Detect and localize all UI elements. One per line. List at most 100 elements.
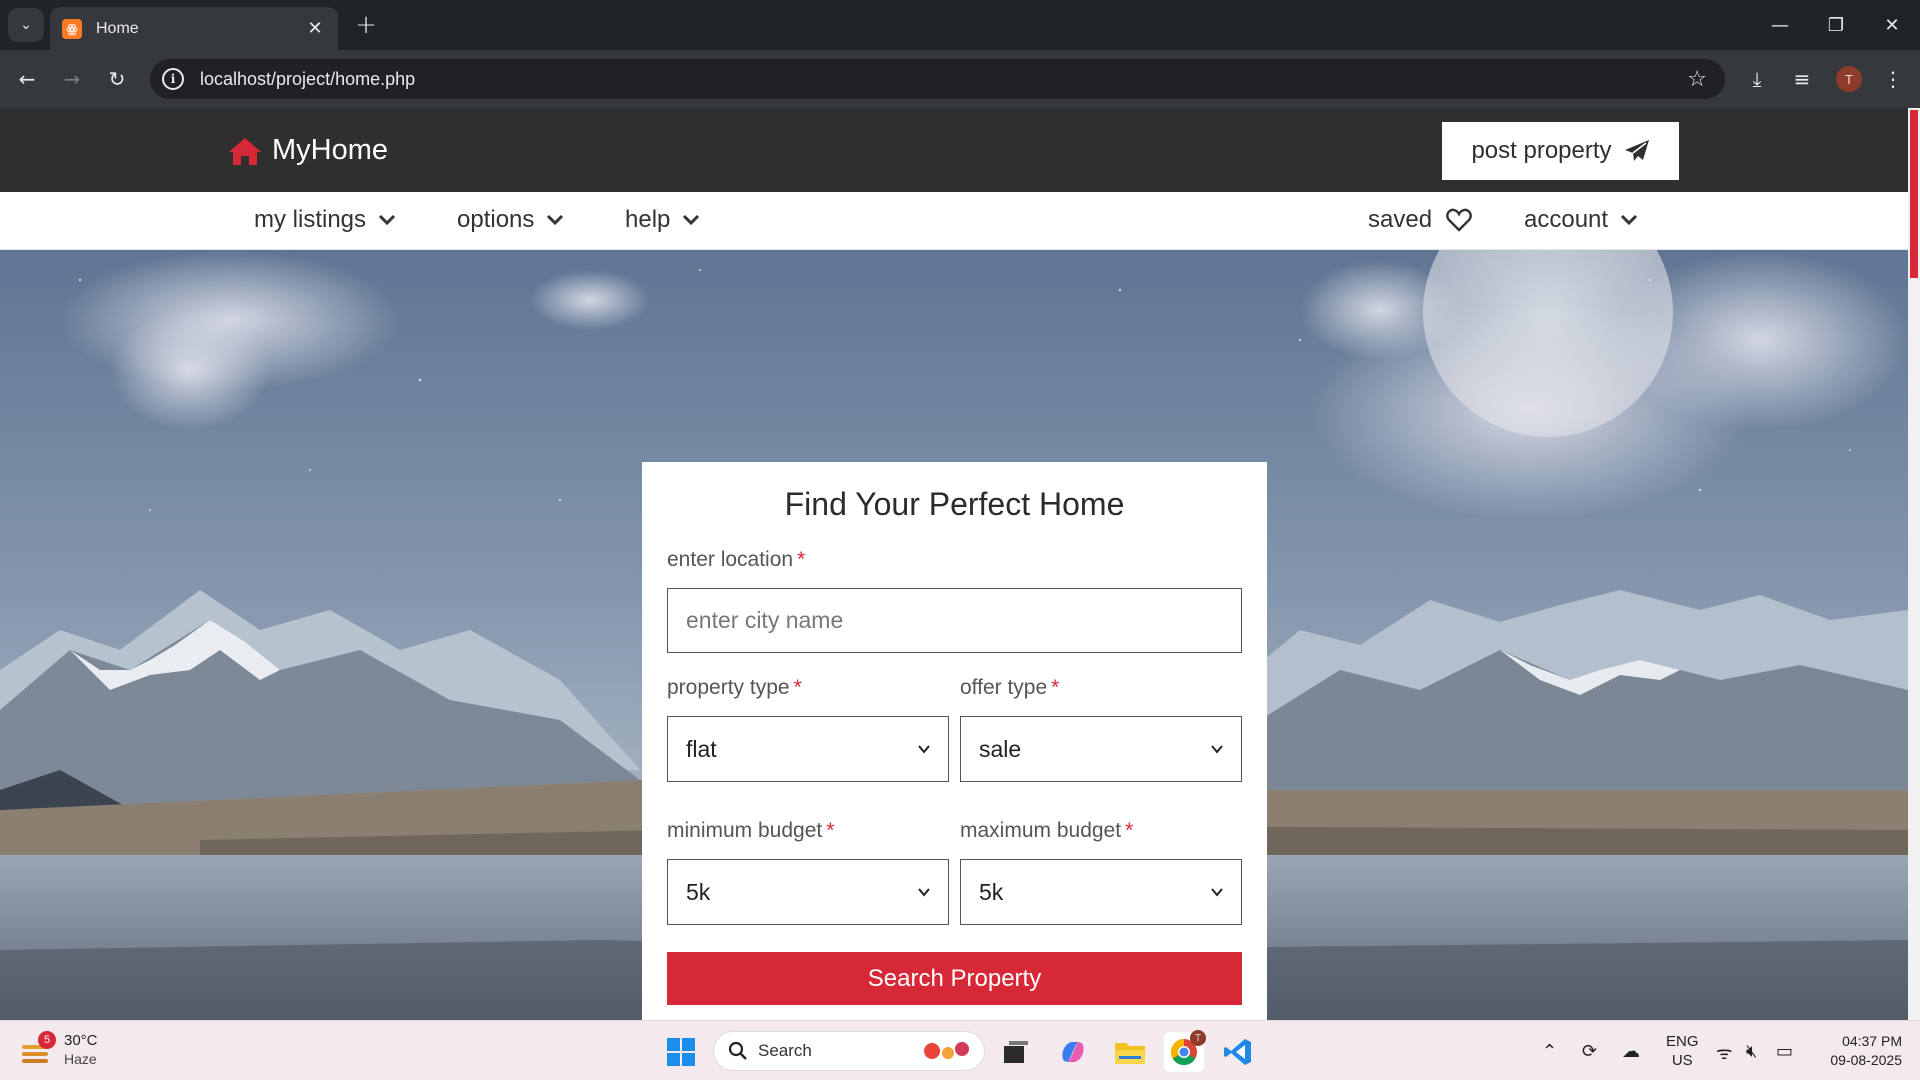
location-label-text: enter location — [667, 548, 794, 571]
search-highlight-icon — [924, 1042, 969, 1059]
language-line1: ENG — [1666, 1033, 1699, 1050]
site-header: MyHome post property — [0, 108, 1908, 192]
forward-arrow-icon[interactable]: → — [55, 63, 89, 95]
min-budget-label-text: minimum budget — [667, 819, 823, 842]
nav-help[interactable]: help — [625, 206, 700, 234]
weather-condition: Haze — [64, 1051, 97, 1067]
property-type-value: flat — [686, 735, 717, 762]
site-navbar: my listings options help saved account — [0, 192, 1908, 250]
tab-search-chevron-icon[interactable]: ⌄ — [8, 8, 44, 42]
tab-close-icon[interactable]: ✕ — [304, 18, 326, 39]
clock-date: 09-08-2025 — [1830, 1052, 1902, 1068]
reload-icon[interactable]: ↻ — [100, 63, 134, 95]
weather-haze-icon: 5 — [20, 1031, 56, 1065]
task-view-icon[interactable] — [996, 1032, 1036, 1072]
nav-account-label: account — [1524, 206, 1609, 233]
file-explorer-icon[interactable] — [1110, 1032, 1150, 1072]
nav-my-listings[interactable]: my listings — [254, 206, 396, 234]
restore-icon[interactable]: ❐ — [1808, 0, 1864, 50]
download-icon[interactable]: ⤓ — [1740, 63, 1774, 95]
sync-icon[interactable]: ⟳ — [1582, 1041, 1597, 1062]
nav-saved[interactable]: saved — [1368, 206, 1472, 234]
nav-options-label: options — [457, 206, 535, 233]
weather-widget[interactable]: 5 30°C Haze — [20, 1031, 98, 1069]
max-budget-value: 5k — [979, 878, 1004, 905]
language-indicator[interactable]: ENG US — [1666, 1032, 1699, 1070]
house-icon — [229, 137, 261, 165]
chevron-down-icon — [378, 214, 396, 226]
location-input[interactable] — [667, 588, 1242, 653]
windows-start-icon[interactable] — [661, 1032, 701, 1072]
offer-type-value: sale — [979, 735, 1022, 762]
offer-type-select[interactable]: sale — [960, 716, 1242, 782]
max-budget-label: maximum budget * — [960, 819, 1133, 843]
scrollbar-thumb[interactable] — [1910, 110, 1918, 278]
page-scrollbar[interactable] — [1908, 108, 1920, 1020]
nav-account[interactable]: account — [1524, 206, 1638, 234]
wifi-icon[interactable]: ᯤ — [1716, 1041, 1732, 1065]
taskbar-search-box[interactable]: Search — [713, 1031, 985, 1071]
max-budget-select[interactable]: 5k — [960, 859, 1242, 925]
property-type-label-text: property type — [667, 676, 790, 699]
browser-toolbar: ← → ↻ i localhost/project/home.php ☆ ⤓ ≡… — [0, 50, 1920, 108]
weather-temp: 30°C — [64, 1032, 98, 1049]
required-marker: * — [1051, 676, 1060, 699]
web-page: MyHome post property my listings options… — [0, 108, 1920, 1020]
chevron-down-icon — [918, 745, 930, 754]
offer-type-label: offer type * — [960, 676, 1059, 700]
browser-tab-home[interactable]: ꙮ Home ✕ — [50, 7, 338, 50]
browser-tab-bar: ⌄ ꙮ Home ✕ + — ❐ ✕ — [0, 0, 1920, 50]
new-tab-plus-icon[interactable]: + — [350, 10, 382, 40]
chevron-down-icon — [1211, 888, 1223, 897]
chevron-down-icon — [547, 214, 564, 226]
heart-icon — [1446, 208, 1472, 232]
nav-options[interactable]: options — [457, 206, 564, 234]
volume-muted-icon[interactable]: 🔇︎ — [1746, 1041, 1757, 1062]
min-budget-select[interactable]: 5k — [667, 859, 949, 925]
cloud-offline-icon[interactable]: ☁ — [1622, 1041, 1640, 1062]
chevron-down-icon — [683, 214, 700, 226]
battery-icon[interactable]: ▭ — [1776, 1041, 1793, 1062]
min-budget-value: 5k — [686, 878, 711, 905]
required-marker: * — [793, 676, 802, 699]
property-search-card: Find Your Perfect Home enter location* p… — [642, 462, 1267, 1020]
site-logo[interactable]: MyHome — [228, 134, 388, 167]
search-property-button[interactable]: Search Property — [667, 952, 1242, 1005]
logo-text: MyHome — [272, 134, 389, 166]
property-type-select[interactable]: flat — [667, 716, 949, 782]
tray-overflow-chevron-icon[interactable]: ⌃ — [1542, 1041, 1557, 1062]
required-marker: * — [826, 819, 835, 842]
required-marker: * — [1125, 819, 1134, 842]
copilot-icon[interactable] — [1053, 1032, 1093, 1072]
minimize-icon[interactable]: — — [1752, 0, 1808, 50]
back-arrow-icon[interactable]: ← — [10, 63, 44, 95]
vscode-icon[interactable] — [1218, 1032, 1258, 1072]
media-control-icon[interactable]: ≡ — [1785, 63, 1819, 95]
address-url[interactable]: localhost/project/home.php — [200, 69, 1687, 90]
nav-my-listings-label: my listings — [254, 206, 367, 233]
chrome-profile-badge: T — [1190, 1030, 1206, 1046]
offer-type-label-text: offer type — [960, 676, 1048, 699]
search-icon — [728, 1041, 747, 1060]
min-budget-label: minimum budget * — [667, 819, 834, 843]
close-window-icon[interactable]: ✕ — [1864, 0, 1920, 50]
clock-time: 04:37 PM — [1842, 1033, 1902, 1049]
weather-alert-badge: 5 — [38, 1031, 56, 1049]
language-line2: US — [1671, 1052, 1693, 1069]
clock[interactable]: 04:37 PM 09-08-2025 — [1812, 1032, 1902, 1070]
taskbar-search-label: Search — [758, 1041, 812, 1060]
profile-avatar[interactable]: T — [1836, 66, 1862, 92]
nav-help-label: help — [625, 206, 671, 233]
post-property-button[interactable]: post property — [1442, 122, 1679, 180]
chrome-taskbar-icon[interactable]: T — [1164, 1030, 1206, 1072]
chevron-down-icon — [1211, 745, 1223, 754]
weather-text: 30°C Haze — [64, 1031, 98, 1069]
required-marker: * — [797, 548, 806, 571]
property-type-label: property type * — [667, 676, 802, 700]
chrome-menu-icon[interactable]: ⋮ — [1876, 63, 1910, 95]
bookmark-star-icon[interactable]: ☆ — [1687, 67, 1707, 92]
site-info-icon[interactable]: i — [162, 68, 184, 90]
tab-title: Home — [96, 19, 139, 37]
window-controls: — ❐ ✕ — [1752, 0, 1920, 50]
address-bar[interactable]: i localhost/project/home.php ☆ — [150, 59, 1725, 99]
